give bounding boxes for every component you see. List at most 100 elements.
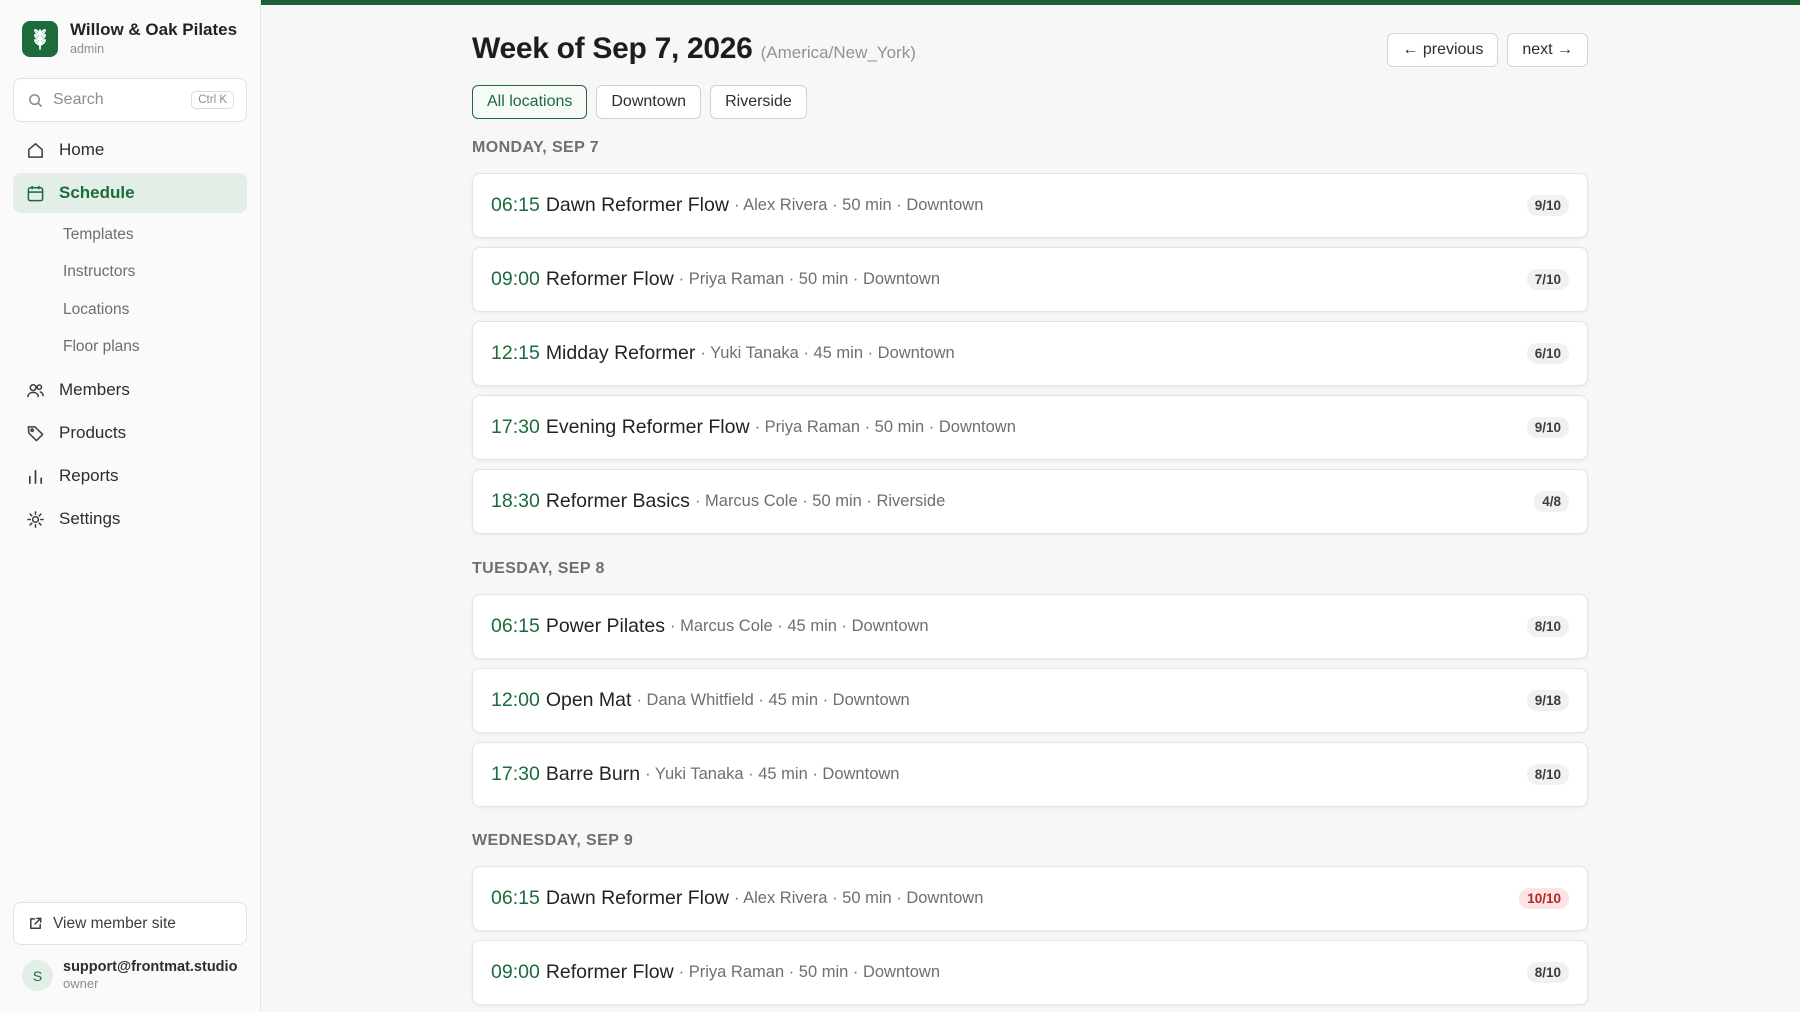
class-name: Open Mat	[545, 689, 632, 711]
day-heading: WEDNESDAY, SEP 9	[472, 832, 634, 849]
class-meta: · Dana Whitfield · 45 min · Downtown	[636, 691, 910, 709]
avatar: S	[22, 960, 53, 991]
capacity-badge: 9/10	[1526, 417, 1569, 438]
class-name: Evening Reformer Flow	[545, 416, 750, 438]
capacity-badge: 9/10	[1526, 195, 1569, 216]
class-meta: · Priya Raman · 50 min · Downtown	[754, 418, 1016, 436]
class-name: Dawn Reformer Flow	[545, 887, 729, 909]
class-meta: · Yuki Tanaka · 45 min · Downtown	[645, 765, 900, 783]
nav-item-products[interactable]: Products	[13, 413, 247, 453]
class-card[interactable]: 18:30 Reformer Basics · Marcus Cole · 50…	[472, 469, 1588, 534]
class-time: 17:30	[491, 416, 540, 438]
wheat-logo-icon	[22, 20, 58, 57]
class-time: 12:00	[491, 689, 540, 711]
class-card[interactable]: 12:15 Midday Reformer · Yuki Tanaka · 45…	[472, 321, 1588, 386]
filter-all-locations[interactable]: All locations	[472, 85, 588, 119]
class-meta: · Alex Rivera · 50 min · Downtown	[733, 889, 984, 907]
search-placeholder: Search	[53, 91, 104, 108]
class-name: Midday Reformer	[545, 342, 696, 364]
nav-item-reports[interactable]: Reports	[13, 456, 247, 496]
view-member-site-label: View member site	[53, 914, 176, 932]
nav-label-settings: Settings	[59, 509, 121, 528]
nav-item-settings[interactable]: Settings	[13, 499, 247, 539]
tag-icon	[27, 425, 44, 441]
class-card[interactable]: 06:15 Dawn Reformer Flow · Alex Rivera ·…	[472, 866, 1588, 931]
filter-downtown[interactable]: Downtown	[596, 85, 702, 119]
nav-sub-templates[interactable]: Templates	[13, 216, 247, 254]
day-section: WEDNESDAY, SEP 9 06:15 Dawn Reformer Flo…	[472, 828, 1588, 1005]
capacity-badge: 9/18	[1526, 690, 1569, 711]
search-input[interactable]: Search Ctrl K	[13, 78, 247, 122]
class-card[interactable]: 09:00 Reformer Flow · Priya Raman · 50 m…	[472, 247, 1588, 312]
filter-riverside[interactable]: Riverside	[710, 85, 807, 119]
class-card[interactable]: 06:15 Dawn Reformer Flow · Alex Rivera ·…	[472, 173, 1588, 238]
external-link-icon	[30, 917, 42, 929]
class-card[interactable]: 09:00 Reformer Flow · Priya Raman · 50 m…	[472, 940, 1588, 1005]
search-shortcut: Ctrl K	[191, 91, 234, 109]
class-meta: · Yuki Tanaka · 45 min · Downtown	[700, 344, 955, 362]
day-section: MONDAY, SEP 7 06:15 Dawn Reformer Flow ·…	[472, 135, 1588, 534]
location-filters: All locations Downtown Riverside	[472, 85, 816, 119]
nav-label-schedule: Schedule	[59, 183, 135, 202]
brand-name: Willow & Oak Pilates	[70, 20, 238, 39]
class-meta: · Marcus Cole · 50 min · Riverside	[694, 492, 946, 510]
gear-icon	[27, 510, 44, 528]
class-name: Reformer Flow	[545, 961, 674, 983]
nav-label-members: Members	[59, 380, 130, 399]
class-time: 18:30	[491, 490, 540, 512]
nav-sub-locations[interactable]: Locations	[13, 291, 247, 329]
day-section: TUESDAY, SEP 8 06:15 Power Pilates · Mar…	[472, 556, 1588, 807]
week-title: Week of Sep 7, 2026	[472, 32, 753, 65]
class-card[interactable]: 12:00 Open Mat · Dana Whitfield · 45 min…	[472, 668, 1588, 733]
class-name: Barre Burn	[545, 763, 641, 785]
next-week-button[interactable]: next →	[1507, 33, 1588, 67]
capacity-badge: 8/10	[1526, 962, 1569, 983]
previous-week-button[interactable]: ← previous	[1387, 33, 1499, 67]
timezone-label: (America/New_York)	[760, 43, 916, 62]
nav-item-schedule[interactable]: Schedule	[13, 173, 247, 213]
class-card[interactable]: 06:15 Power Pilates · Marcus Cole · 45 m…	[472, 594, 1588, 659]
nav-label-home: Home	[59, 140, 105, 159]
class-card[interactable]: 17:30 Barre Burn · Yuki Tanaka · 45 min …	[472, 742, 1588, 807]
view-member-site-button[interactable]: View member site	[13, 902, 247, 945]
class-meta: · Priya Raman · 50 min · Downtown	[678, 963, 941, 981]
user-account[interactable]: S support@frontmat.studio owner	[22, 959, 237, 992]
brand[interactable]: Willow & Oak Pilates admin	[22, 20, 237, 57]
class-name: Reformer Basics	[545, 490, 690, 512]
capacity-badge: 7/10	[1526, 269, 1569, 290]
users-icon	[27, 383, 44, 397]
top-accent-bar	[261, 0, 1800, 5]
class-meta: · Alex Rivera · 50 min · Downtown	[733, 196, 984, 214]
class-time: 17:30	[491, 763, 540, 785]
capacity-badge-full: 10/10	[1519, 888, 1569, 909]
class-meta: · Priya Raman · 50 min · Downtown	[678, 270, 941, 288]
week-pager: ← previous next →	[1378, 33, 1588, 67]
sidebar: Willow & Oak Pilates admin Search Ctrl K…	[0, 0, 261, 1012]
class-name: Power Pilates	[545, 615, 666, 637]
class-card[interactable]: 17:30 Evening Reformer Flow · Priya Rama…	[472, 395, 1588, 460]
brand-role: admin	[70, 42, 105, 56]
class-name: Reformer Flow	[545, 268, 674, 290]
capacity-badge: 6/10	[1526, 343, 1569, 364]
class-time: 12:15	[491, 342, 540, 364]
class-time: 06:15	[491, 194, 540, 216]
capacity-badge: 8/10	[1526, 616, 1569, 637]
page-title: Week of Sep 7, 2026 (America/New_York)	[472, 32, 916, 66]
user-email: support@frontmat.studio	[63, 959, 238, 975]
home-icon	[28, 142, 43, 158]
nav-sub-instructors[interactable]: Instructors	[13, 254, 247, 292]
user-role: owner	[63, 976, 99, 991]
bar-chart-icon	[28, 469, 43, 484]
nav-item-home[interactable]: Home	[13, 130, 247, 170]
main-nav: Home Schedule Templates Instructors Loca…	[13, 130, 247, 542]
day-heading: TUESDAY, SEP 8	[472, 560, 605, 577]
capacity-badge: 4/8	[1534, 491, 1569, 512]
class-time: 06:15	[491, 887, 540, 909]
nav-label-products: Products	[59, 423, 127, 442]
nav-sub-floor-plans[interactable]: Floor plans	[13, 329, 247, 367]
class-time: 09:00	[491, 961, 540, 983]
nav-item-members[interactable]: Members	[13, 370, 247, 410]
day-heading: MONDAY, SEP 7	[472, 139, 600, 156]
class-time: 06:15	[491, 615, 540, 637]
capacity-badge: 8/10	[1526, 764, 1569, 785]
